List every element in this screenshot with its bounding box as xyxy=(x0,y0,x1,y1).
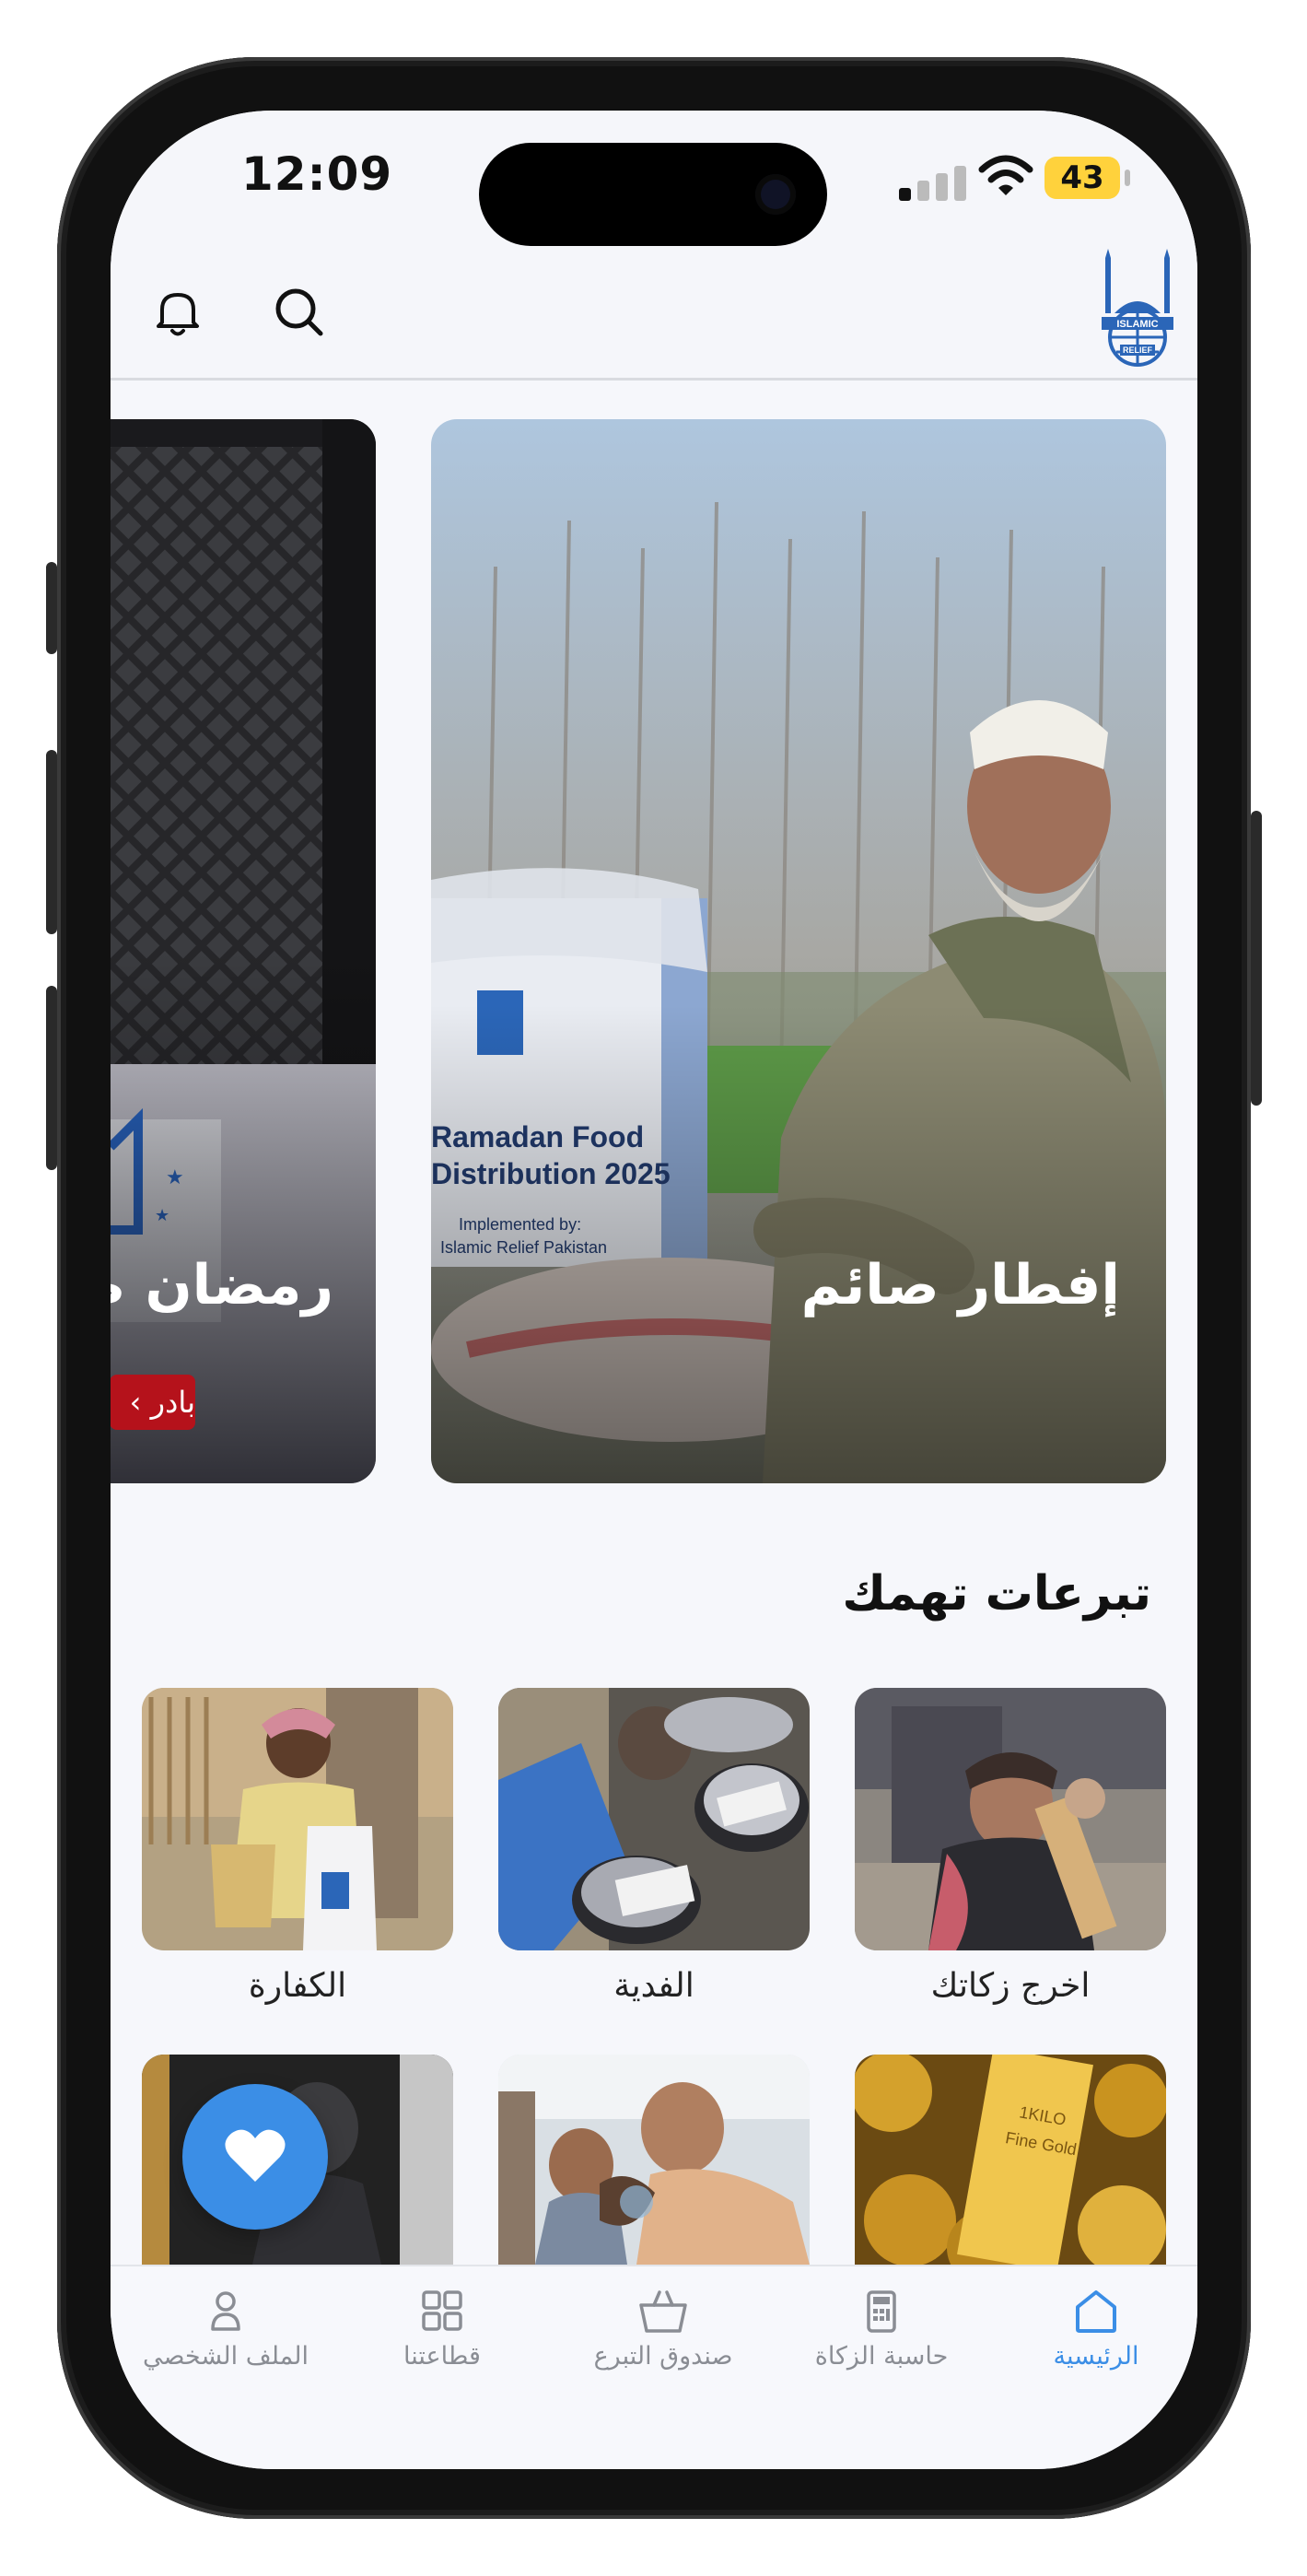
tab-label: صندوق التبرع xyxy=(593,2342,733,2371)
wifi-icon xyxy=(978,155,1033,195)
volume-down-button xyxy=(46,986,57,1170)
tab-donation-box[interactable]: صندوق التبرع xyxy=(562,2285,764,2371)
tile-label: اخرج زكاتك xyxy=(930,1967,1091,2005)
tab-label: قطاعتنا xyxy=(403,2342,481,2371)
dynamic-island xyxy=(479,143,827,246)
donation-tile-zakat[interactable]: اخرج زكاتك xyxy=(855,1688,1166,2005)
tab-label: الملف الشخصي xyxy=(143,2342,309,2371)
tab-profile[interactable]: الملف الشخصي xyxy=(124,2285,327,2371)
tab-label: الرئيسية xyxy=(1053,2342,1139,2371)
camera-icon xyxy=(755,174,796,215)
status-bar: 12:09 43 xyxy=(111,111,1197,249)
tile-image xyxy=(498,1688,810,1950)
favorites-fab-button[interactable] xyxy=(182,2084,328,2230)
heart-icon xyxy=(225,2129,286,2182)
tab-sectors[interactable]: قطاعتنا xyxy=(341,2285,543,2371)
search-icon[interactable] xyxy=(267,280,332,345)
tile-image xyxy=(855,1688,1166,1950)
islamic-relief-logo[interactable]: ISLAMIC RELIEF xyxy=(1096,249,1179,369)
home-icon xyxy=(1076,2290,1116,2333)
hero-button-label: بادر xyxy=(150,1385,195,1420)
svg-text:RELIEF: RELIEF xyxy=(1123,345,1153,355)
grid-icon xyxy=(422,2290,462,2331)
bottom-tab-bar: الرئيسية حاسبة الزكاة صندوق التبرع قطاعت… xyxy=(111,2265,1197,2469)
basket-icon xyxy=(639,2290,687,2333)
top-app-bar: ISLAMIC RELIEF xyxy=(111,249,1197,381)
donation-tile-fidya[interactable]: الفدية xyxy=(498,1688,810,2005)
volume-up-button xyxy=(46,750,57,934)
hero-slide-image: Ramadan Food Distribution 2025 Implement… xyxy=(431,419,1166,1483)
svg-text:ISLAMIC: ISLAMIC xyxy=(1116,319,1158,330)
hero-slide-title: رمضان صا xyxy=(111,1253,333,1317)
phone-frame: 12:09 43 ISLAMIC RELIEF رمضان ‹ بادر إفط… xyxy=(46,57,1262,2519)
action-button xyxy=(46,562,57,654)
screen: 12:09 43 ISLAMIC RELIEF رمضان ‹ بادر إفط… xyxy=(111,111,1197,2469)
status-time: 12:09 xyxy=(241,147,393,201)
tile-label: الفدية xyxy=(613,1967,694,2005)
hero-donate-button[interactable]: ‹ بادر xyxy=(111,1375,195,1430)
power-button xyxy=(1251,811,1262,1106)
chevron-left-icon: ‹ xyxy=(129,1385,151,1420)
tab-zakat-calculator[interactable]: حاسبة الزكاة xyxy=(780,2285,983,2371)
hero-slide-iftar[interactable]: Ramadan Food Distribution 2025 Implement… xyxy=(431,419,1166,1483)
section-title: تبرعات تهمك xyxy=(842,1566,1151,1622)
tile-image: 1KILO Fine Gold xyxy=(855,2055,1166,2265)
donation-tile-gold[interactable]: 1KILO Fine Gold xyxy=(855,2055,1166,2281)
hero-slide-ramadan[interactable]: ★ ★ رمضان صا ‹ بادر xyxy=(111,419,376,1483)
bell-icon[interactable] xyxy=(146,280,210,345)
tile-label: الكفارة xyxy=(248,1967,347,2005)
donation-tile-water[interactable] xyxy=(498,2055,810,2281)
tab-label: حاسبة الزكاة xyxy=(814,2342,949,2371)
tile-image xyxy=(498,2055,810,2265)
hero-slide-title: إفطار صائم xyxy=(800,1253,1120,1317)
tab-home[interactable]: الرئيسية xyxy=(995,2285,1197,2371)
calculator-icon xyxy=(867,2290,896,2333)
tile-image xyxy=(142,1688,453,1950)
donation-tile-kaffarah[interactable]: الكفارة xyxy=(142,1688,453,2005)
signal-icon xyxy=(899,164,971,201)
user-icon xyxy=(211,2291,240,2331)
battery-icon: 43 xyxy=(1044,157,1120,199)
hero-slide-image: ★ ★ xyxy=(111,419,376,1483)
battery-tip xyxy=(1125,170,1130,186)
